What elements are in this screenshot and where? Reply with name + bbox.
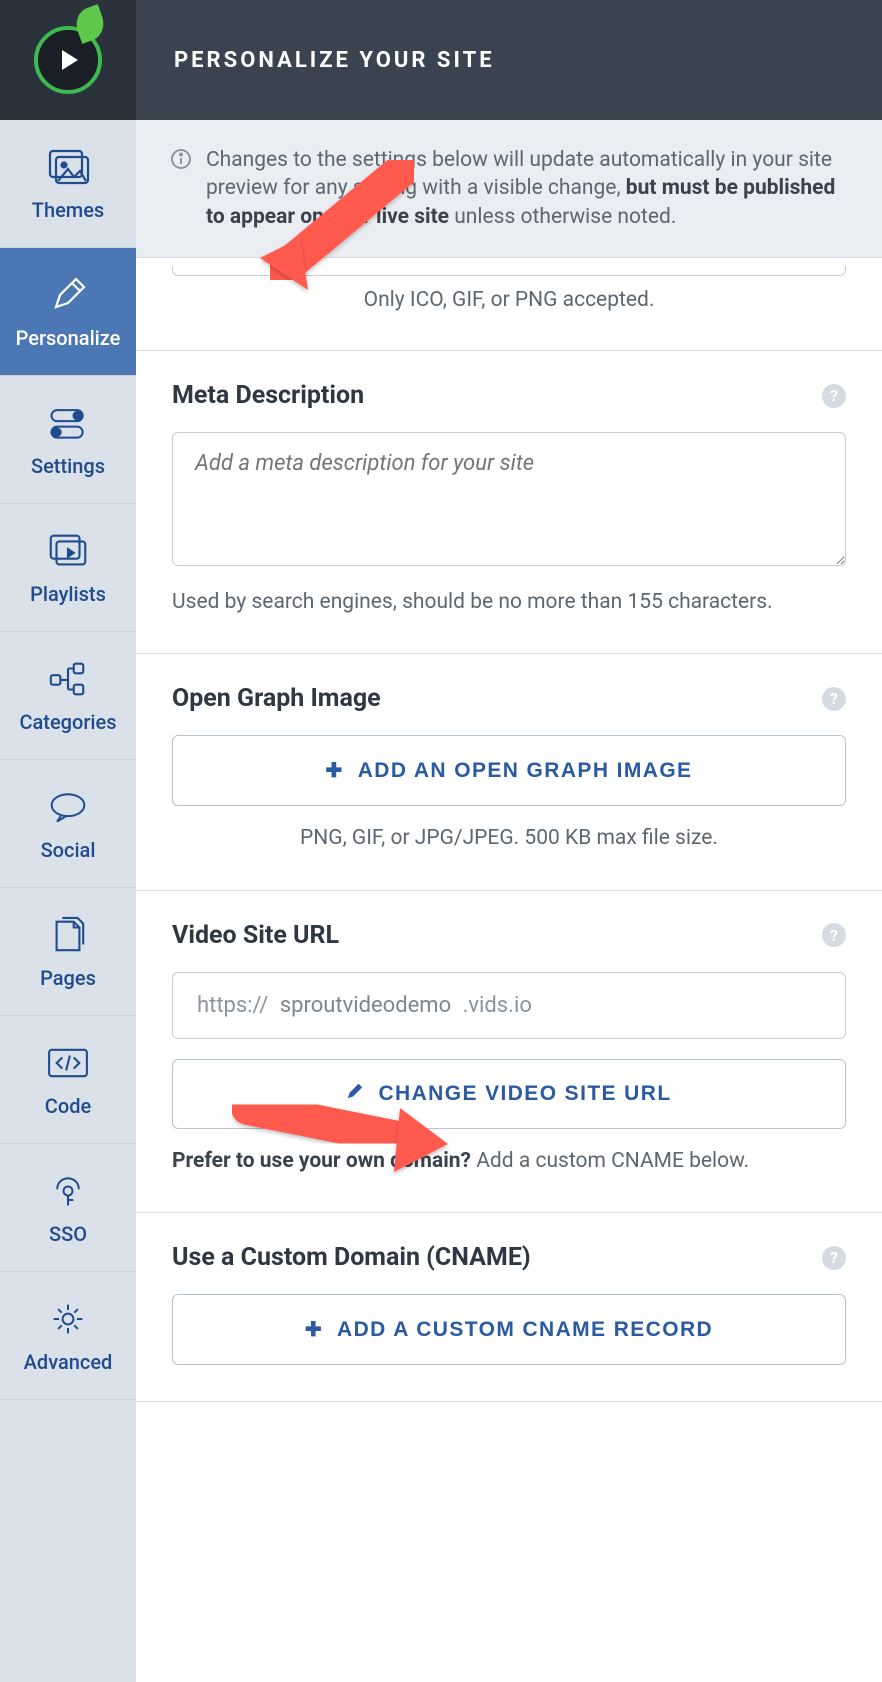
plus-icon: ✚ — [326, 758, 344, 783]
custom-domain-hint: Prefer to use your own domain? Add a cus… — [172, 1147, 846, 1176]
sidebar-item-settings[interactable]: Settings — [0, 376, 136, 504]
help-icon[interactable]: ? — [822, 923, 846, 947]
page-title: PERSONALIZE YOUR SITE — [174, 48, 495, 73]
sidebar-item-label: Themes — [32, 198, 104, 222]
sidebar-item-sso[interactable]: SSO — [0, 1144, 136, 1272]
sidebar-item-label: Advanced — [24, 1350, 113, 1374]
sidebar-item-label: Categories — [19, 710, 116, 734]
sidebar-item-code[interactable]: Code — [0, 1016, 136, 1144]
meta-description-input[interactable] — [172, 432, 846, 566]
sidebar-item-pages[interactable]: Pages — [0, 888, 136, 1016]
notice-banner: Changes to the settings below will updat… — [136, 120, 882, 258]
sidebar-item-categories[interactable]: Categories — [0, 632, 136, 760]
brand-play-icon — [34, 26, 102, 94]
section-title: Meta Description — [172, 381, 364, 410]
sidebar-item-social[interactable]: Social — [0, 760, 136, 888]
plus-icon: ✚ — [305, 1317, 323, 1342]
toggles-icon — [44, 402, 92, 444]
og-helper: PNG, GIF, or JPG/JPEG. 500 KB max file s… — [172, 824, 846, 853]
sidebar-item-label: SSO — [49, 1222, 87, 1246]
section-title: Use a Custom Domain (CNAME) — [172, 1243, 531, 1272]
sidebar-item-advanced[interactable]: Advanced — [0, 1272, 136, 1400]
panel-header: PERSONALIZE YOUR SITE — [136, 0, 882, 120]
sidebar-item-playlists[interactable]: Playlists — [0, 504, 136, 632]
add-cname-button[interactable]: ✚ ADD A CUSTOM CNAME RECORD — [172, 1294, 846, 1365]
section-title: Video Site URL — [172, 921, 339, 950]
video-site-url-display: https:// sproutvideodemo .vids.io — [172, 972, 846, 1039]
add-og-image-button[interactable]: ✚ ADD AN OPEN GRAPH IMAGE — [172, 735, 846, 806]
sso-icon — [44, 1170, 92, 1212]
sidebar-item-label: Social — [41, 838, 96, 862]
section-open-graph: Open Graph Image ? ✚ ADD AN OPEN GRAPH I… — [136, 654, 882, 890]
main-panel: PERSONALIZE YOUR SITE Changes to the set… — [136, 0, 882, 1682]
code-icon — [44, 1042, 92, 1084]
sidebar-item-label: Settings — [31, 454, 105, 478]
pencil-icon — [44, 274, 92, 316]
meta-helper: Used by search engines, should be no mor… — [172, 588, 846, 617]
favicon-helper: Only ICO, GIF, or PNG accepted. — [172, 276, 846, 330]
section-video-site-url: Video Site URL ? https:// sproutvideodem… — [136, 891, 882, 1213]
help-icon[interactable]: ? — [822, 384, 846, 408]
info-icon — [170, 148, 192, 170]
sidebar-item-label: Code — [45, 1094, 91, 1118]
social-icon — [44, 786, 92, 828]
sidebar-item-themes[interactable]: Themes — [0, 120, 136, 248]
section-meta-description: Meta Description ? Used by search engine… — [136, 351, 882, 654]
section-title: Open Graph Image — [172, 684, 381, 713]
pages-icon — [44, 914, 92, 956]
section-favicon-tail: Only ICO, GIF, or PNG accepted. — [136, 258, 882, 351]
sidebar-item-label: Personalize — [16, 326, 121, 350]
section-custom-domain: Use a Custom Domain (CNAME) ? ✚ ADD A CU… — [136, 1213, 882, 1402]
sidebar-item-label: Pages — [40, 966, 96, 990]
notice-text: Changes to the settings below will updat… — [206, 146, 848, 231]
logo[interactable] — [0, 0, 136, 120]
sidebar: Themes Personalize Settings Playlists Ca — [0, 0, 136, 1682]
sidebar-item-label: Playlists — [30, 582, 106, 606]
gear-icon — [44, 1298, 92, 1340]
change-video-site-url-button[interactable]: CHANGE VIDEO SITE URL — [172, 1059, 846, 1129]
help-icon[interactable]: ? — [822, 687, 846, 711]
sidebar-item-personalize[interactable]: Personalize — [0, 248, 136, 376]
playlists-icon — [44, 530, 92, 572]
pencil-icon — [346, 1082, 364, 1106]
themes-icon — [44, 146, 92, 188]
categories-icon — [44, 658, 92, 700]
help-icon[interactable]: ? — [822, 1246, 846, 1270]
